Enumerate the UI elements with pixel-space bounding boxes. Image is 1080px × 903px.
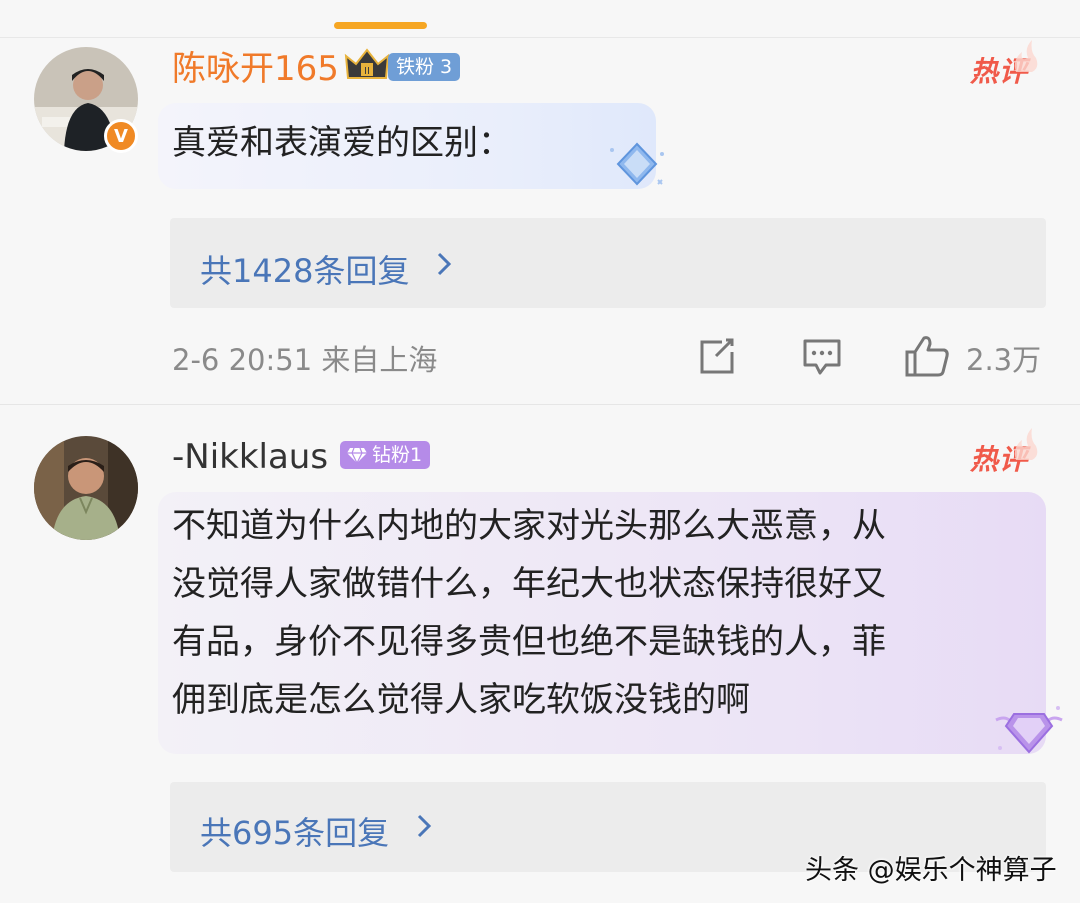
svg-text:II: II: [364, 66, 370, 77]
avatar[interactable]: [34, 436, 138, 540]
flame-icon: [1014, 40, 1038, 72]
username[interactable]: -Nikklaus: [172, 437, 328, 477]
comment-line: 佣到底是怎么觉得人家吃软饭没钱的啊: [172, 680, 750, 720]
comment-text: 不知道为什么内地的大家对光头那么大恶意，从 没觉得人家做错什么，年纪大也状态保持…: [172, 499, 886, 731]
thumbs-up-icon[interactable]: [904, 334, 950, 378]
flame-icon: [1014, 428, 1038, 460]
chevron-right-icon: [417, 814, 432, 838]
username[interactable]: 陈咏开165: [172, 49, 339, 89]
comment-icon[interactable]: [802, 338, 842, 376]
fan-badge-label: 铁粉 3: [396, 56, 453, 78]
share-icon[interactable]: [696, 336, 738, 376]
replies-count: 共1428条回复: [200, 252, 410, 290]
diamond-decoration-icon: [610, 142, 664, 186]
comment-text: 真爱和表演爱的区别：: [172, 123, 512, 163]
diamond-decoration-icon: [995, 706, 1063, 754]
comment-line: 有品，身价不见得多贵但也绝不是缺钱的人，菲: [172, 622, 886, 662]
like-count: 2.3万: [966, 343, 1042, 377]
watermark: 头条 @娱乐个神算子: [805, 855, 1057, 886]
comment-line: 没觉得人家做错什么，年纪大也状态保持很好又: [172, 564, 886, 604]
top-divider: [0, 37, 1080, 38]
replies-count: 共695条回复: [200, 814, 390, 852]
diamond-icon: [347, 447, 367, 464]
comment-divider: [0, 404, 1080, 405]
timestamp-location: 2-6 20:51 来自上海: [172, 343, 438, 377]
fan-badge: 钻粉1: [340, 441, 431, 469]
active-tab-indicator: [334, 22, 427, 29]
chevron-right-icon: [437, 252, 452, 276]
fan-badge-label: 钻粉1: [372, 444, 423, 466]
fan-badge: 铁粉 3: [388, 53, 461, 81]
comment-line: 不知道为什么内地的大家对光头那么大恶意，从: [172, 506, 886, 546]
replies-link[interactable]: 共1428条回复: [170, 218, 1046, 308]
crown-icon: II: [344, 48, 390, 79]
verified-badge-icon: V: [104, 119, 138, 153]
